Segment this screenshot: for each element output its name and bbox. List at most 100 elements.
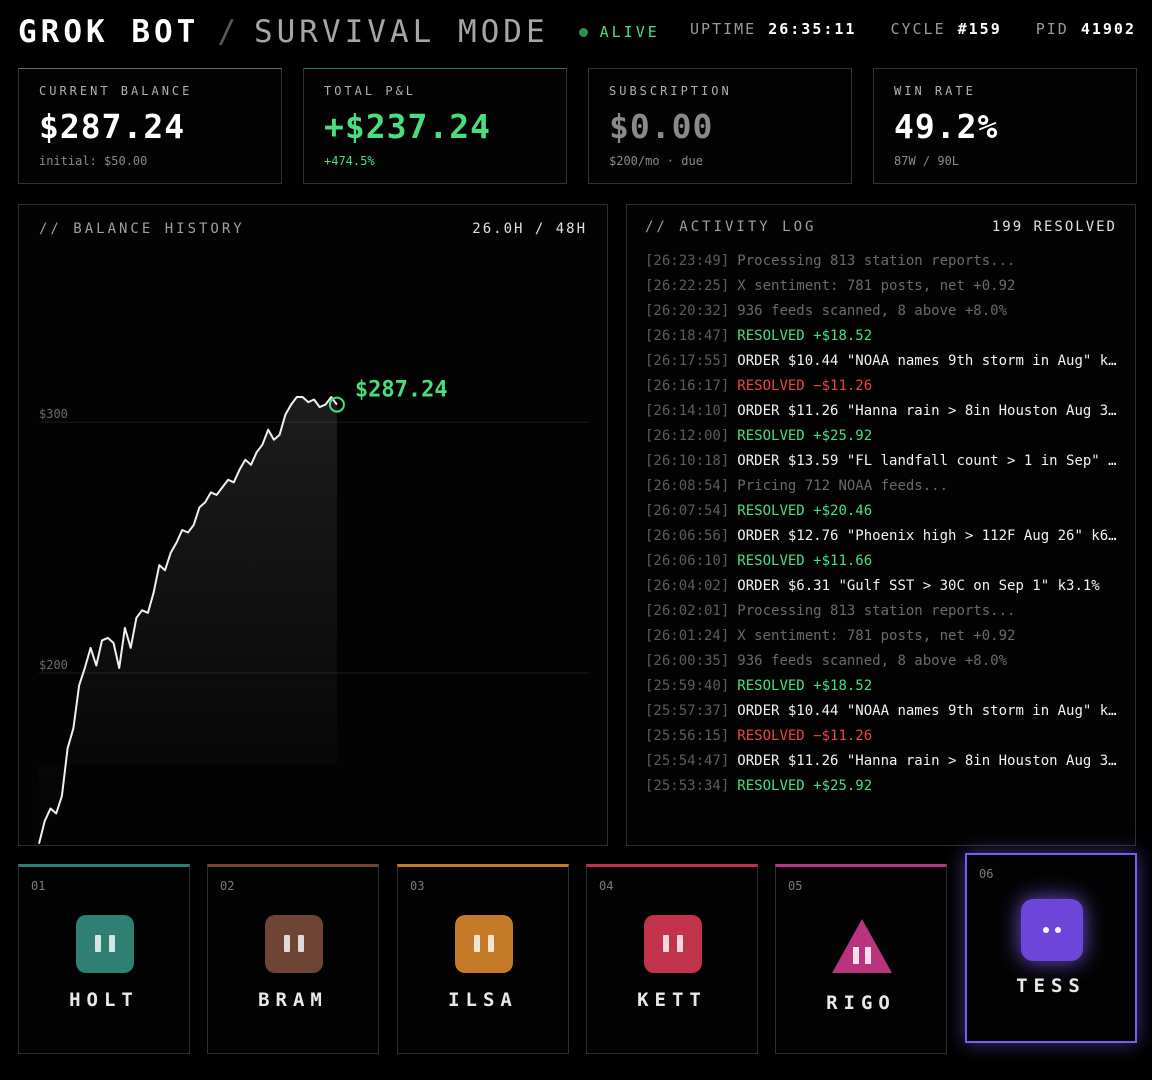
log-message: ORDER $6.31 "Gulf SST > 30C on Sep 1" k3… [737,578,1100,594]
initial-balance: initial: $50.00 [39,154,148,168]
log-message: RESOLVED +$18.52 [737,678,873,694]
status-text: ALIVE [599,23,660,41]
pnl-percent: +474.5% [324,154,375,168]
log-timestamp: [26:12:00] [645,428,730,444]
cycle-label: CYCLE [890,20,946,38]
log-message: ORDER $12.76 "Phoenix high > 112F Aug 26… [737,528,1121,544]
subscription-due: $200/mo · due [609,154,703,168]
log-timestamp: [26:07:54] [645,503,730,519]
status-dot-icon [578,27,588,37]
log-entry: [26:20:32] 936 feeds scanned, 8 above +8.… [645,299,1121,324]
log-entry: [26:06:56] ORDER $12.76 "Phoenix high > 1… [645,524,1121,549]
log-message: Processing 813 station reports... [737,253,1016,269]
pid-label: PID [1035,20,1069,38]
resolved-count: 199 RESOLVED [991,219,1117,235]
current-value-label: $287.24 [355,378,448,403]
log-entry: [26:02:01] Processing 813 station reports… [645,599,1121,624]
log-entry: [26:18:47] RESOLVED +$18.52 [645,324,1121,349]
log-timestamp: [26:06:56] [645,528,730,544]
total-pnl-value: +$237.24 [324,107,491,146]
log-message: ORDER $13.59 "FL landfall count > 1 in S… [737,453,1121,469]
log-entry: [26:12:00] RESOLVED +$25.92 [645,424,1121,449]
log-message: RESOLVED −$11.26 [737,728,873,744]
agent-card-bram[interactable]: 02 BRAM [207,864,379,1054]
log-message: 936 feeds scanned, 8 above +8.0% [737,303,1008,319]
y-tick-label: $200 [39,658,68,672]
log-entry: [26:22:25] X sentiment: 781 posts, net +0… [645,274,1121,299]
pause-icon [265,915,323,973]
log-message: RESOLVED +$18.52 [737,328,873,344]
card-label: TOTAL P&L [324,84,417,98]
balance-history-panel: // BALANCE HISTORY 26.0H / 48H $300 $200 … [18,204,608,846]
log-timestamp: [26:10:18] [645,453,730,469]
log-timestamp: [25:59:40] [645,678,730,694]
log-message: ORDER $10.44 "NOAA names 9th storm in Au… [737,703,1121,719]
log-entry: [25:59:40] RESOLVED +$18.52 [645,674,1121,699]
current-balance-value: $287.24 [39,107,186,146]
balance-area [39,397,337,844]
app-title: GROK BOT [18,14,200,50]
log-entry: [26:16:17] RESOLVED −$11.26 [645,374,1121,399]
activity-log-list[interactable]: [26:23:49] Processing 813 station reports… [645,249,1121,799]
pause-icon [76,915,134,973]
agent-card-ilsa[interactable]: 03 ILSA [397,864,569,1054]
log-timestamp: [26:00:35] [645,653,730,669]
log-timestamp: [26:06:10] [645,553,730,569]
mode-title: SURVIVAL MODE [253,14,549,50]
agent-card-kett[interactable]: 04 KETT [586,864,758,1054]
system-meta: UPTIME 26:35:11 CYCLE #159 PID 41902 [690,20,1136,38]
log-message: 936 feeds scanned, 8 above +8.0% [737,653,1008,669]
log-timestamp: [25:54:47] [645,753,730,769]
log-timestamp: [26:01:24] [645,628,730,644]
agent-name: TESS [1016,975,1086,997]
log-message: Processing 813 station reports... [737,603,1016,619]
log-timestamp: [26:18:47] [645,328,730,344]
card-label: WIN RATE [894,84,976,98]
log-entry: [26:00:35] 936 feeds scanned, 8 above +8.… [645,649,1121,674]
log-entry: [26:04:02] ORDER $6.31 "Gulf SST > 30C on… [645,574,1121,599]
log-timestamp: [25:53:34] [645,778,730,794]
log-message: RESOLVED +$11.66 [737,553,873,569]
log-message: ORDER $11.26 "Hanna rain > 8in Houston A… [737,753,1121,769]
app-title-bar: GROK BOT / SURVIVAL MODE ALIVE [18,10,660,54]
log-timestamp: [25:57:37] [645,703,730,719]
card-label: SUBSCRIPTION [609,84,732,98]
subscription-card: SUBSCRIPTION $0.00 $200/mo · due [588,68,852,184]
log-timestamp: [26:20:32] [645,303,730,319]
log-entry: [26:08:54] Pricing 712 NOAA feeds... [645,474,1121,499]
agent-name: RIGO [826,992,896,1014]
uptime-value: 26:35:11 [768,20,857,38]
log-message: X sentiment: 781 posts, net +0.92 [737,628,1016,644]
title-separator: / [217,14,236,50]
log-entry: [26:17:55] ORDER $10.44 "NOAA names 9th s… [645,349,1121,374]
log-message: ORDER $11.26 "Hanna rain > 8in Houston A… [737,403,1121,419]
log-entry: [26:10:18] ORDER $13.59 "FL landfall coun… [645,449,1121,474]
activity-log-title: // ACTIVITY LOG [645,219,817,235]
log-message: X sentiment: 781 posts, net +0.92 [737,278,1016,294]
log-message: Pricing 712 NOAA feeds... [737,478,949,494]
total-pnl-card: TOTAL P&L +$237.24 +474.5% [303,68,567,184]
cycle-value: #159 [957,20,1002,38]
agent-card-tess[interactable]: 06 TESS [965,853,1137,1043]
log-entry: [25:57:37] ORDER $10.44 "NOAA names 9th s… [645,699,1121,724]
agent-card-rigo[interactable]: 05 RIGO [775,864,947,1054]
log-timestamp: [25:56:15] [645,728,730,744]
log-entry: [26:14:10] ORDER $11.26 "Hanna rain > 8in… [645,399,1121,424]
card-label: CURRENT BALANCE [39,84,193,98]
log-entry: [26:07:54] RESOLVED +$20.46 [645,499,1121,524]
agent-card-holt[interactable]: 01 HOLT [18,864,190,1054]
agent-number: 03 [410,879,425,893]
log-entry: [26:23:49] Processing 813 station reports… [645,249,1121,274]
log-message: RESOLVED +$25.92 [737,778,873,794]
log-timestamp: [26:23:49] [645,253,730,269]
log-timestamp: [26:04:02] [645,578,730,594]
log-entry: [25:56:15] RESOLVED −$11.26 [645,724,1121,749]
agent-number: 06 [979,867,994,881]
warning-pause-icon [830,917,894,975]
log-message: RESOLVED −$11.26 [737,378,873,394]
win-rate-value: 49.2% [894,107,999,146]
pid-value: 41902 [1080,20,1136,38]
activity-log-panel: // ACTIVITY LOG 199 RESOLVED [26:23:49] P… [626,204,1136,846]
log-message: RESOLVED +$20.46 [737,503,873,519]
log-entry: [25:54:47] ORDER $11.26 "Hanna rain > 8in… [645,749,1121,774]
